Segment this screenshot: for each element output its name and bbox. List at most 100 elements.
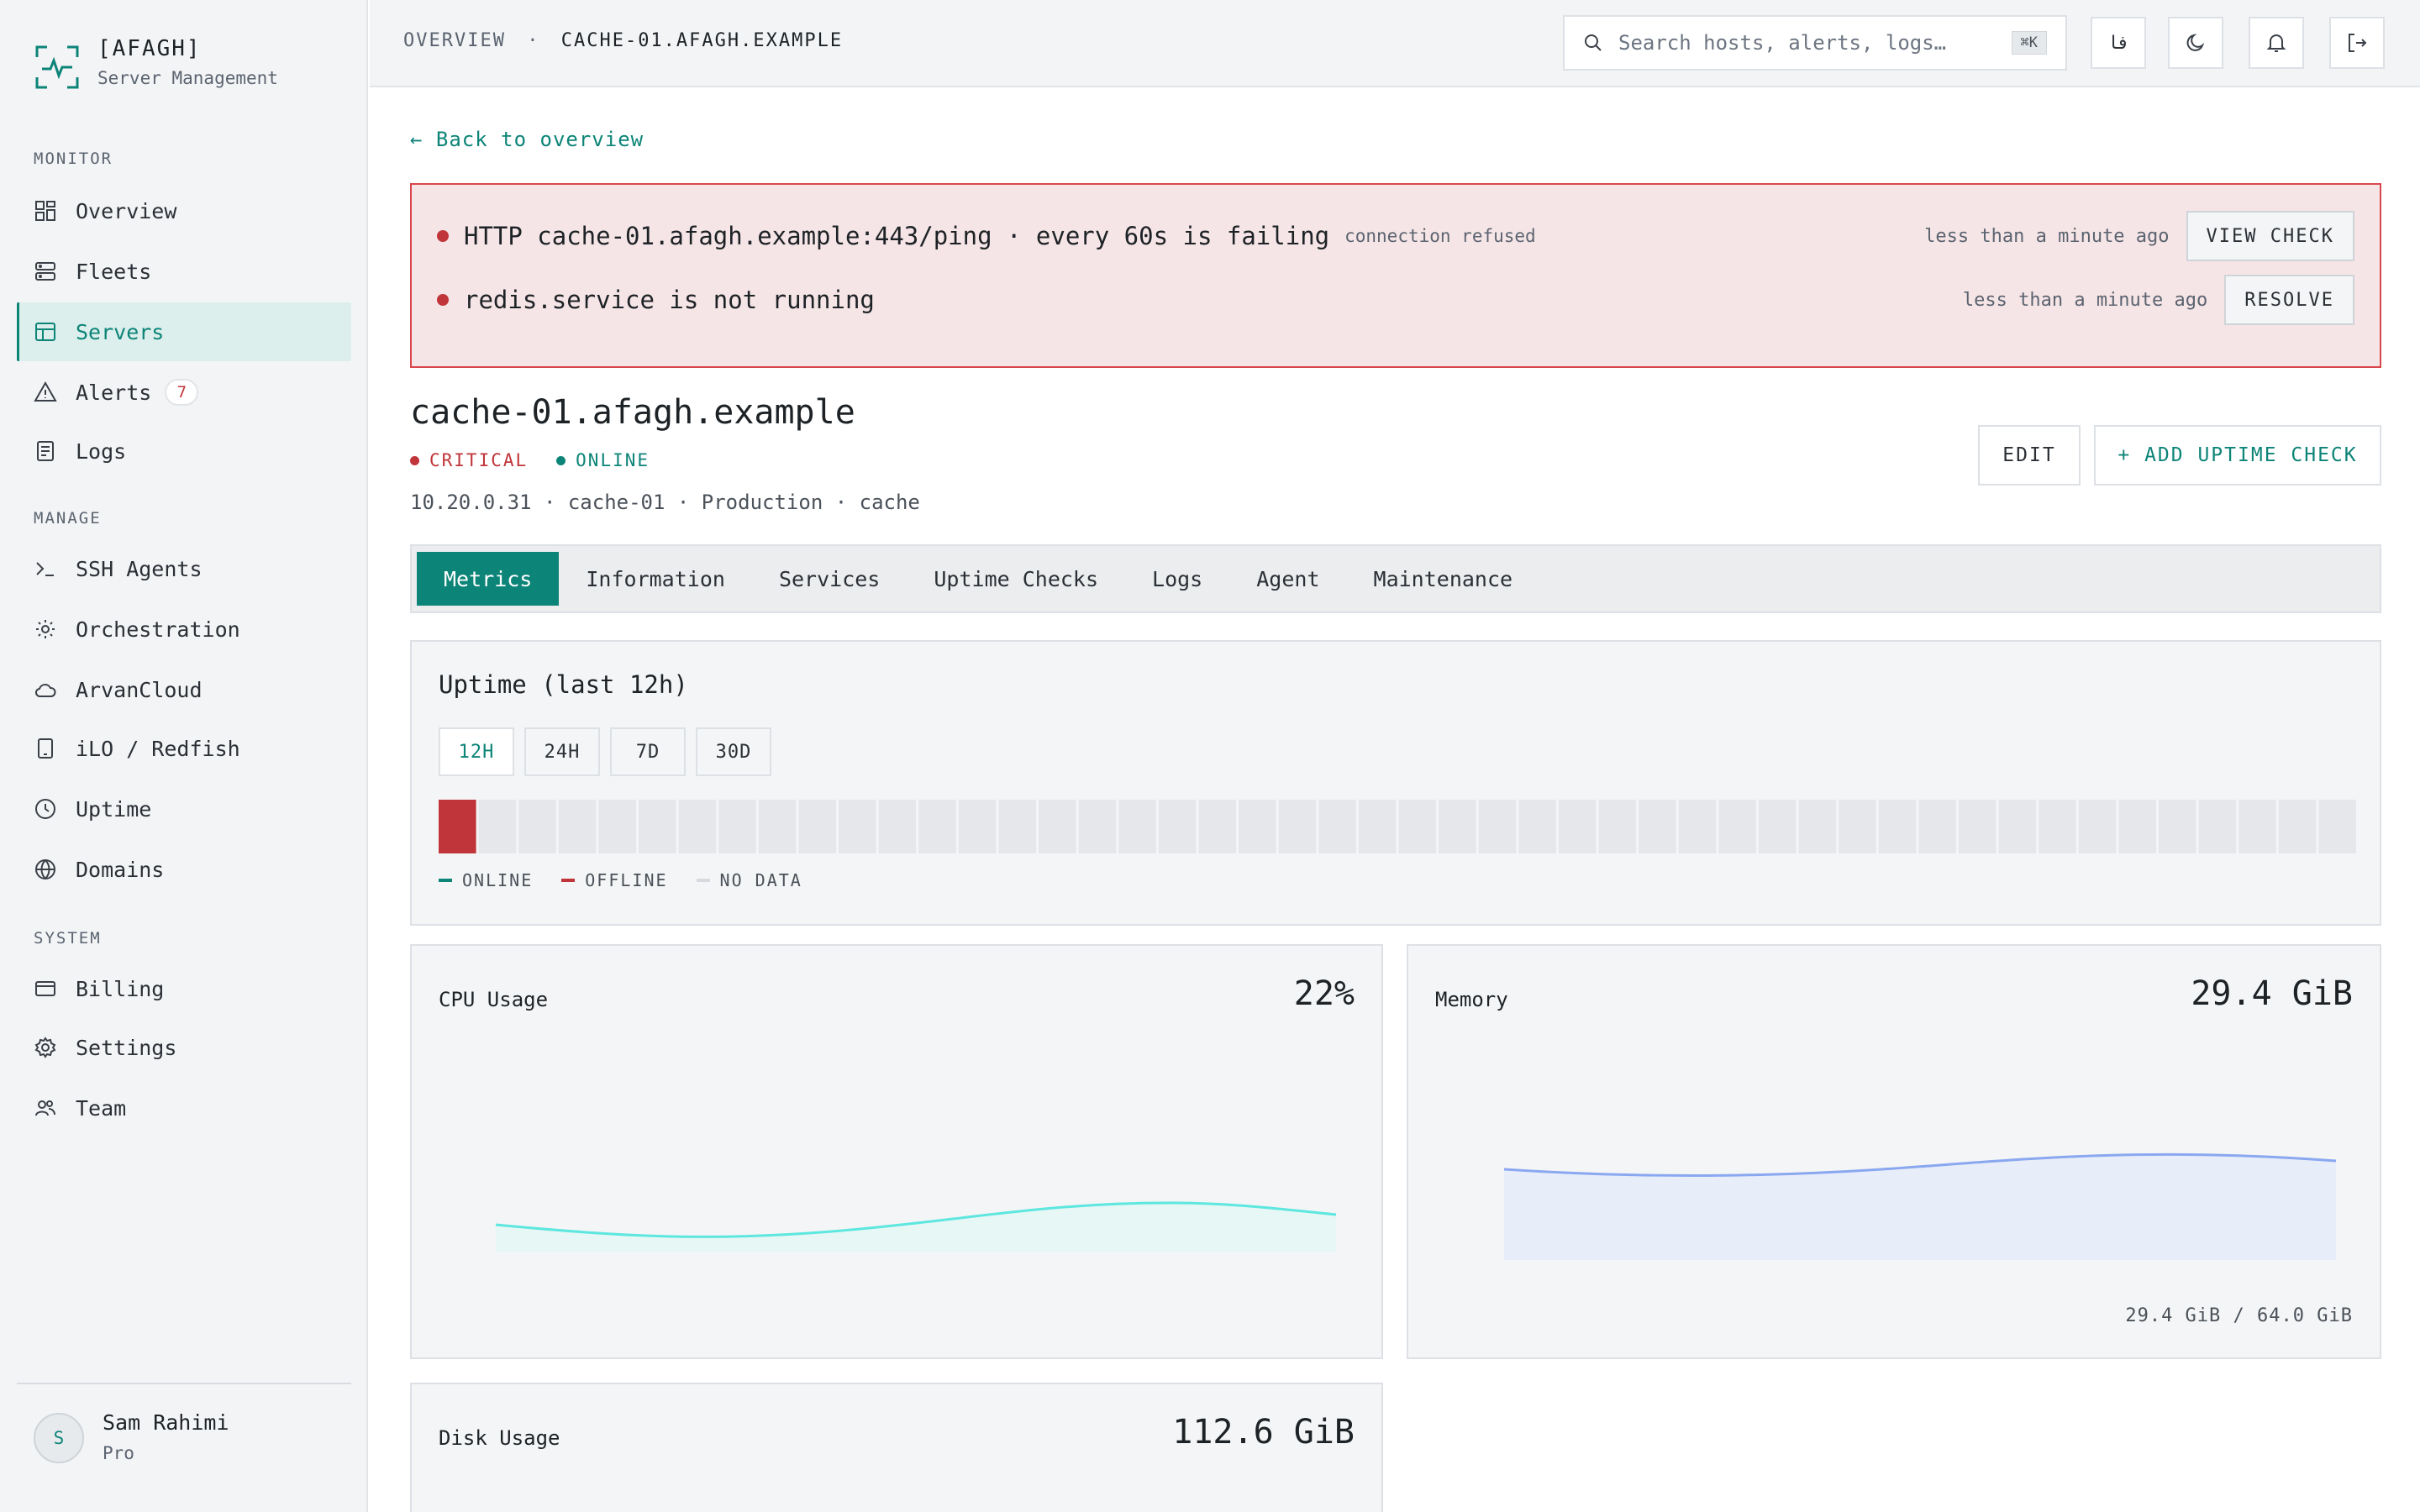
uptime-bar-no-data[interactable] xyxy=(1918,800,1956,853)
sidebar-item-domains[interactable]: Domains xyxy=(17,840,351,899)
sidebar-item-ssh-agents[interactable]: SSH Agents xyxy=(17,539,351,598)
sidebar-item-label: Servers xyxy=(76,319,165,344)
uptime-bar-no-data[interactable] xyxy=(1078,800,1117,853)
uptime-bar-no-data[interactable] xyxy=(718,800,756,853)
uptime-bar-no-data[interactable] xyxy=(2118,800,2156,853)
uptime-bar-no-data[interactable] xyxy=(2318,800,2356,853)
sidebar-item-ilo-redfish[interactable]: iLO / Redfish xyxy=(17,719,351,778)
uptime-bar-no-data[interactable] xyxy=(1039,800,1076,853)
credit-card-icon xyxy=(35,981,55,996)
uptime-bar-no-data[interactable] xyxy=(1758,800,1797,853)
sidebar-item-overview[interactable]: Overview xyxy=(17,181,351,240)
uptime-bar-no-data[interactable] xyxy=(558,800,597,853)
uptime-bar-no-data[interactable] xyxy=(1798,800,1837,853)
range-30d-button[interactable]: 30D xyxy=(696,727,771,776)
uptime-bar-no-data[interactable] xyxy=(2039,800,2076,853)
uptime-bar-no-data[interactable] xyxy=(1118,800,1156,853)
tab-maintenance[interactable]: Maintenance xyxy=(1347,552,1540,606)
tab-logs[interactable]: Logs xyxy=(1125,552,1229,606)
range-24h-button[interactable]: 24H xyxy=(524,727,600,776)
resolve-button[interactable]: RESOLVE xyxy=(2224,275,2354,325)
sidebar-item-arvancloud[interactable]: ArvanCloud xyxy=(17,660,351,719)
main-content: ← Back to overview HTTP cache-01.afagh.e… xyxy=(370,89,2420,1512)
uptime-bar-no-data[interactable] xyxy=(1998,800,2037,853)
range-12h-button[interactable]: 12H xyxy=(439,727,514,776)
uptime-bar-no-data[interactable] xyxy=(1158,800,1197,853)
tab-information[interactable]: Information xyxy=(559,552,752,606)
tab-services[interactable]: Services xyxy=(752,552,907,606)
uptime-bar-no-data[interactable] xyxy=(1958,800,1996,853)
alert-message: HTTP cache-01.afagh.example:443/ping · e… xyxy=(464,222,1330,250)
sidebar-item-logs[interactable]: Logs xyxy=(17,422,351,480)
brand-name: [AFAGH] xyxy=(97,36,202,61)
add-uptime-check-button[interactable]: + ADD UPTIME CHECK xyxy=(2094,425,2381,486)
moon-icon xyxy=(2186,34,2205,51)
uptime-bar-no-data[interactable] xyxy=(878,800,917,853)
uptime-bar-no-data[interactable] xyxy=(1839,800,1876,853)
uptime-bar-no-data[interactable] xyxy=(598,800,637,853)
uptime-bar-no-data[interactable] xyxy=(918,800,956,853)
uptime-bar-no-data[interactable] xyxy=(1439,800,1476,853)
warning-icon xyxy=(34,381,57,402)
uptime-bar-no-data[interactable] xyxy=(1478,800,1517,853)
sidebar-item-settings[interactable]: Settings xyxy=(17,1018,351,1077)
uptime-bar-no-data[interactable] xyxy=(518,800,556,853)
tab-uptime-checks[interactable]: Uptime Checks xyxy=(907,552,1125,606)
uptime-bar-no-data[interactable] xyxy=(1198,800,1237,853)
sidebar-item-team[interactable]: Team xyxy=(17,1079,351,1137)
sidebar-item-alerts[interactable]: Alerts 7 xyxy=(17,363,351,422)
breadcrumb-root[interactable]: OVERVIEW xyxy=(403,30,506,51)
uptime-bar-no-data[interactable] xyxy=(758,800,797,853)
brand[interactable]: [AFAGH] Server Management xyxy=(34,34,278,92)
status-badges: CRITICAL ONLINE xyxy=(410,450,678,470)
uptime-bar-no-data[interactable] xyxy=(478,800,517,853)
back-to-overview-link[interactable]: ← Back to overview xyxy=(410,128,644,151)
uptime-bar-no-data[interactable] xyxy=(2238,800,2276,853)
uptime-bar-no-data[interactable] xyxy=(1278,800,1317,853)
uptime-bar-no-data[interactable] xyxy=(2078,800,2117,853)
uptime-bar-no-data[interactable] xyxy=(1598,800,1637,853)
sidebar-item-fleets[interactable]: Fleets xyxy=(17,242,351,301)
uptime-bar-no-data[interactable] xyxy=(639,800,676,853)
uptime-bar-no-data[interactable] xyxy=(2158,800,2196,853)
range-7d-button[interactable]: 7D xyxy=(610,727,686,776)
search-box[interactable]: Search hosts, alerts, logs… ⌘K xyxy=(1563,15,2067,71)
notifications-button[interactable] xyxy=(2249,17,2304,69)
search-input[interactable]: Search hosts, alerts, logs… xyxy=(1618,31,1946,55)
sidebar-item-uptime[interactable]: Uptime xyxy=(17,780,351,838)
uptime-bar-no-data[interactable] xyxy=(1558,800,1597,853)
edit-button[interactable]: EDIT xyxy=(1978,425,2081,486)
uptime-bar-no-data[interactable] xyxy=(1398,800,1437,853)
user-name: Sam Rahimi xyxy=(103,1410,229,1435)
theme-toggle-button[interactable] xyxy=(2168,17,2223,69)
uptime-bar-no-data[interactable] xyxy=(839,800,876,853)
sidebar-item-orchestration[interactable]: Orchestration xyxy=(17,600,351,659)
user-menu[interactable]: S Sam Rahimi Pro xyxy=(17,1383,351,1492)
uptime-bar-no-data[interactable] xyxy=(678,800,717,853)
logout-button[interactable] xyxy=(2329,17,2385,69)
uptime-bar-no-data[interactable] xyxy=(1318,800,1356,853)
uptime-bar-no-data[interactable] xyxy=(958,800,997,853)
uptime-bar-no-data[interactable] xyxy=(798,800,837,853)
uptime-bar-no-data[interactable] xyxy=(1639,800,1676,853)
sidebar-item-servers[interactable]: Servers xyxy=(17,302,351,361)
legend-swatch xyxy=(439,879,452,882)
uptime-bar-no-data[interactable] xyxy=(2198,800,2237,853)
uptime-bar-no-data[interactable] xyxy=(2278,800,2317,853)
uptime-bar-no-data[interactable] xyxy=(1358,800,1397,853)
uptime-bar-no-data[interactable] xyxy=(998,800,1037,853)
uptime-bar-no-data[interactable] xyxy=(1878,800,1917,853)
uptime-bar-no-data[interactable] xyxy=(1518,800,1556,853)
alert-message: redis.service is not running xyxy=(464,286,875,314)
tab-agent[interactable]: Agent xyxy=(1229,552,1346,606)
uptime-bar-no-data[interactable] xyxy=(1718,800,1756,853)
language-toggle-button[interactable]: فا xyxy=(2091,17,2146,69)
critical-dot-icon xyxy=(437,294,449,306)
view-check-button[interactable]: VIEW CHECK xyxy=(2186,211,2354,261)
tab-metrics[interactable]: Metrics xyxy=(417,552,560,606)
uptime-bar-no-data[interactable] xyxy=(1678,800,1717,853)
uptime-bar-no-data[interactable] xyxy=(1239,800,1276,853)
sidebar-item-billing[interactable]: Billing xyxy=(17,959,351,1018)
clock-icon xyxy=(35,799,55,819)
uptime-bar-offline[interactable] xyxy=(439,800,476,853)
